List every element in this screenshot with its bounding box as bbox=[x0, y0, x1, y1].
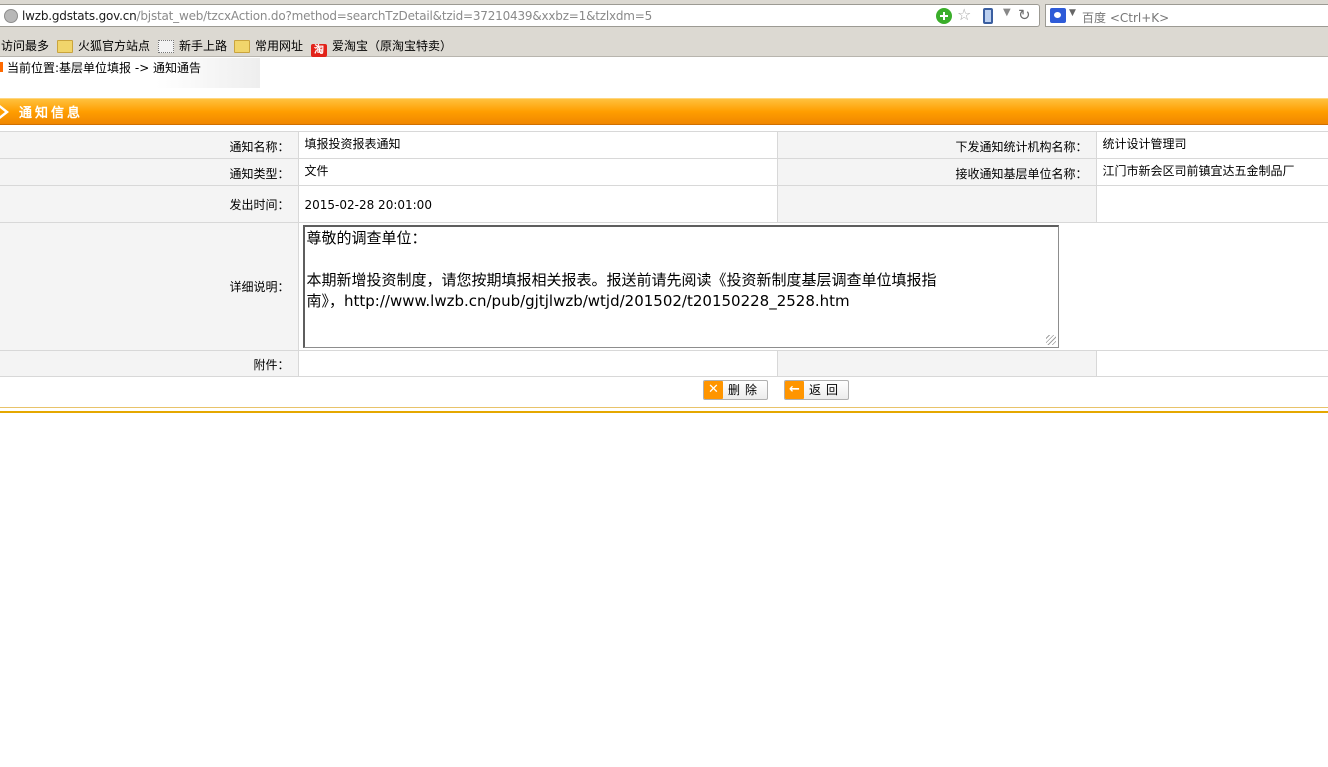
back-button-label: 返回 bbox=[809, 383, 844, 397]
detail-label: 详细说明： bbox=[0, 222, 299, 351]
delete-button-label: 删除 bbox=[728, 383, 763, 397]
issuer-label: 下发通知统计机构名称： bbox=[776, 131, 1097, 159]
empty-cell bbox=[1095, 185, 1328, 223]
delete-button[interactable]: ✕ 删除 bbox=[703, 380, 768, 400]
detail-line: 尊敬的调查单位： bbox=[306, 229, 427, 247]
divider bbox=[0, 407, 1328, 413]
url-path: /bjstat_web/tzcxAction.do?method=searchT… bbox=[136, 9, 653, 23]
bookmark-label: 火狐官方站点 bbox=[78, 39, 151, 53]
notice-detail-table: 通知名称： 填报投资报表通知 下发通知统计机构名称： 统计设计管理司 通知类型：… bbox=[0, 131, 1328, 377]
bookmark-most-visited[interactable]: 访问最多 bbox=[1, 37, 49, 53]
search-engine-dropdown-icon[interactable]: ▼ bbox=[1069, 8, 1076, 18]
breadcrumb-text: 当前位置:基层单位填报 -> 通知通告 bbox=[7, 61, 202, 75]
address-bar[interactable]: lwzb.gdstats.gov.cn/bjstat_web/tzcxActio… bbox=[0, 4, 1040, 27]
notice-type-label: 通知类型： bbox=[0, 158, 299, 186]
folder-icon bbox=[234, 40, 250, 53]
detail-blank-line bbox=[307, 249, 1056, 270]
page-icon bbox=[158, 40, 174, 53]
receiver-value: 江门市新会区司前镇宜达五金制品厂 bbox=[1095, 158, 1328, 186]
browser-toolbar: lwzb.gdstats.gov.cn/bjstat_web/tzcxActio… bbox=[0, 0, 1328, 31]
breadcrumb-marker bbox=[0, 62, 3, 72]
bookmark-label: 访问最多 bbox=[1, 39, 50, 53]
search-box[interactable]: ▼ 百度 <Ctrl+K> bbox=[1045, 4, 1328, 27]
bookmark-firefox-site[interactable]: 火狐官方站点 bbox=[57, 37, 150, 53]
notice-type-value: 文件 bbox=[297, 158, 778, 186]
table-row: 通知名称： 填报投资报表通知 下发通知统计机构名称： 统计设计管理司 bbox=[0, 131, 1328, 159]
section-title: 通知信息 bbox=[19, 106, 84, 121]
bookmarks-bar: 访问最多 火狐官方站点 新手上路 常用网址 淘爱淘宝（原淘宝特卖） bbox=[0, 31, 1328, 57]
mobile-icon[interactable] bbox=[983, 8, 993, 24]
bookmark-getting-started[interactable]: 新手上路 bbox=[158, 37, 227, 53]
issue-time-value: 2015-02-28 20:01:00 bbox=[297, 185, 778, 223]
bookmark-common-sites[interactable]: 常用网址 bbox=[234, 37, 303, 53]
empty-cell bbox=[776, 350, 1097, 377]
arrow-left-icon: ← bbox=[785, 381, 804, 399]
back-button[interactable]: ← 返回 bbox=[784, 380, 849, 400]
receiver-label: 接收通知基层单位名称： bbox=[776, 158, 1097, 186]
search-placeholder: 百度 <Ctrl+K> bbox=[1082, 11, 1170, 25]
close-icon: ✕ bbox=[704, 381, 723, 399]
site-identity-icon[interactable] bbox=[4, 9, 18, 23]
url-text[interactable]: lwzb.gdstats.gov.cn/bjstat_web/tzcxActio… bbox=[22, 9, 652, 23]
detail-textarea[interactable]: 尊敬的调查单位： 本期新增投资制度，请您按期填报相关报表。报送前请先阅读《投资新… bbox=[302, 225, 1059, 348]
table-row: 通知类型： 文件 接收通知基层单位名称： 江门市新会区司前镇宜达五金制品厂 bbox=[0, 158, 1328, 186]
folder-icon bbox=[57, 40, 73, 53]
detail-line: 本期新增投资制度，请您按期填报相关报表。报送前请先阅读《投资新制度基层调查单位填… bbox=[306, 271, 937, 289]
issue-time-label: 发出时间： bbox=[0, 185, 299, 223]
table-row: 发出时间： 2015-02-28 20:01:00 bbox=[0, 185, 1328, 223]
empty-cell bbox=[1095, 350, 1328, 377]
issuer-value: 统计设计管理司 bbox=[1095, 131, 1328, 159]
resize-grip-icon[interactable] bbox=[1045, 335, 1056, 345]
bookmark-taobao[interactable]: 淘爱淘宝（原淘宝特卖） bbox=[311, 37, 453, 57]
bookmark-label: 常用网址 bbox=[255, 39, 304, 53]
url-host: lwzb.gdstats.gov.cn bbox=[22, 9, 137, 23]
taobao-icon: 淘 bbox=[311, 44, 327, 57]
notice-name-value: 填报投资报表通知 bbox=[297, 131, 778, 159]
attachment-label: 附件： bbox=[0, 350, 299, 377]
attachment-value bbox=[297, 350, 778, 377]
bookmark-label: 爱淘宝（原淘宝特卖） bbox=[332, 39, 453, 53]
breadcrumb: 当前位置:基层单位填报 -> 通知通告 bbox=[0, 58, 260, 88]
notice-name-label: 通知名称： bbox=[0, 131, 299, 159]
bookmark-star-icon[interactable]: ☆ bbox=[957, 6, 971, 24]
empty-cell bbox=[776, 185, 1097, 223]
detail-line: 南》，http://www.lwzb.cn/pub/gjtjlwzb/wtjd/… bbox=[306, 292, 850, 310]
arrow-icon bbox=[0, 105, 9, 119]
table-row: 详细说明： 尊敬的调查单位： 本期新增投资制度，请您按期填报相关报表。报送前请先… bbox=[0, 222, 1328, 351]
table-row: 附件： bbox=[0, 350, 1328, 377]
button-bar: ✕ 删除 ← 返回 bbox=[0, 377, 1328, 407]
go-icon[interactable] bbox=[936, 8, 952, 24]
bookmark-label: 新手上路 bbox=[179, 39, 228, 53]
detail-cell: 尊敬的调查单位： 本期新增投资制度，请您按期填报相关报表。报送前请先阅读《投资新… bbox=[297, 222, 1328, 351]
baidu-icon[interactable] bbox=[1050, 8, 1066, 23]
reload-icon[interactable]: ↻ bbox=[1018, 6, 1031, 24]
history-dropdown-icon[interactable]: ▼ bbox=[1003, 7, 1011, 18]
section-header: 通知信息 bbox=[0, 98, 1328, 125]
